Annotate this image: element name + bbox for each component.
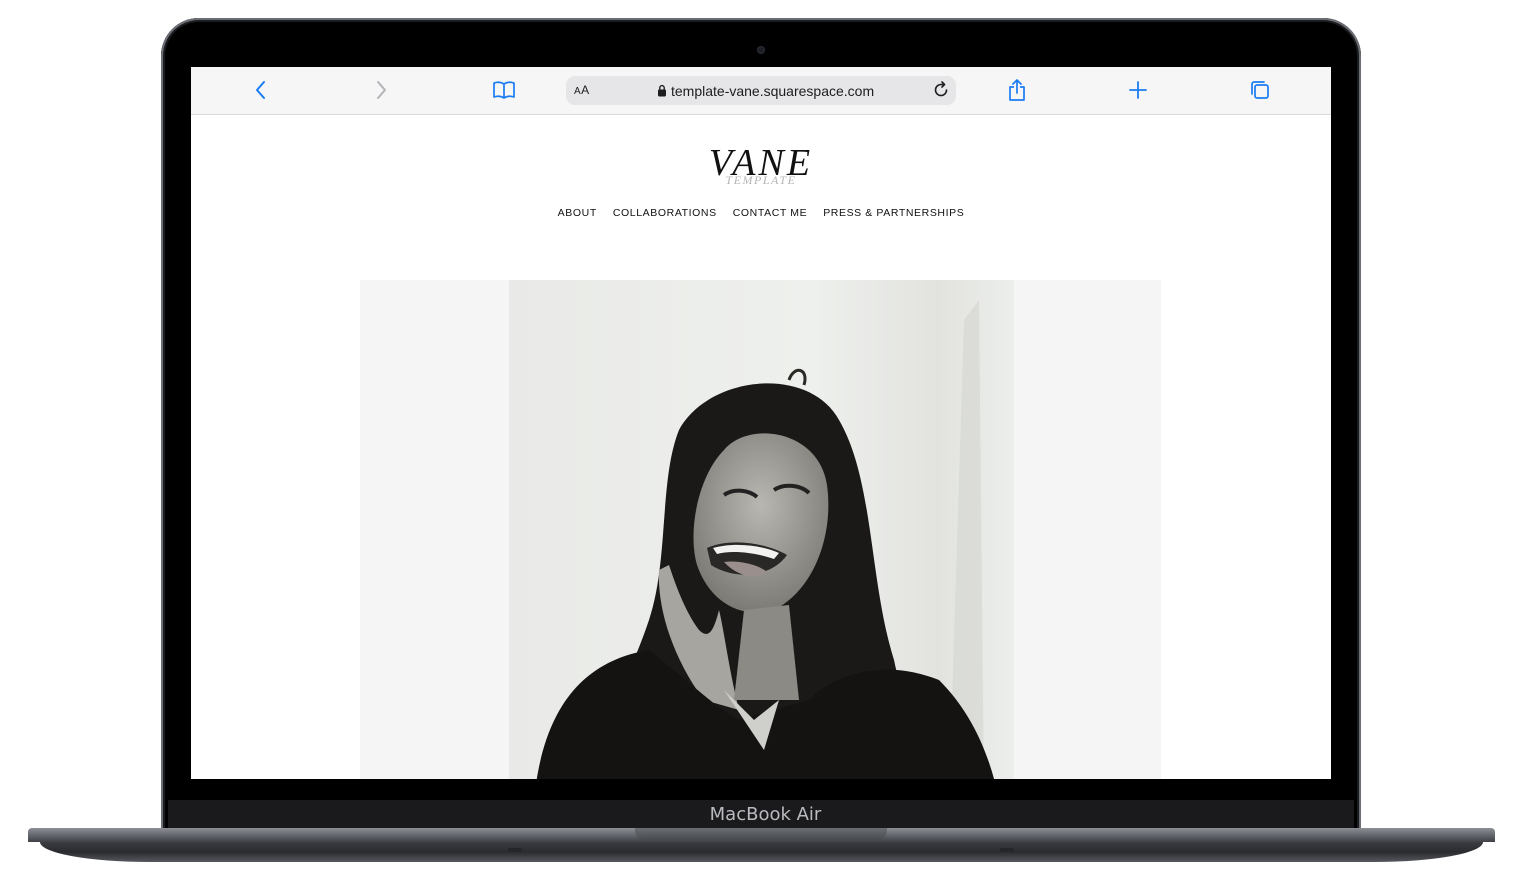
share-icon [1009, 79, 1025, 101]
nav-item-about[interactable]: ABOUT [558, 207, 597, 219]
forward-button[interactable] [366, 75, 396, 105]
tabs-overview-button[interactable] [1245, 75, 1275, 105]
back-button[interactable] [246, 75, 276, 105]
chevron-right-icon [377, 81, 386, 99]
main-nav: ABOUT COLLABORATIONS CONTACT ME PRESS & … [191, 207, 1331, 219]
laptop-hinge-notch [635, 828, 887, 840]
reader-text-size-button[interactable]: AA [574, 83, 590, 97]
new-tab-button[interactable] [1123, 75, 1153, 105]
reload-button[interactable] [932, 81, 950, 104]
nav-item-collaborations[interactable]: COLLABORATIONS [613, 207, 717, 219]
plus-icon [1129, 81, 1147, 99]
tabs-icon [1251, 81, 1269, 99]
screen: AA template-vane.squarespace.com VANE TE… [191, 67, 1331, 779]
laptop-foot [1000, 848, 1014, 852]
laptop-base-bottom [40, 842, 1483, 862]
hero-photo [509, 280, 1014, 779]
lock-icon [658, 84, 666, 97]
chevron-left-icon [256, 81, 265, 99]
nav-item-contact-me[interactable]: CONTACT ME [733, 207, 807, 219]
reload-icon [934, 81, 948, 97]
share-button[interactable] [1002, 75, 1032, 105]
bookmarks-button[interactable] [489, 75, 519, 105]
book-icon [493, 81, 515, 99]
laptop-foot [508, 848, 522, 852]
camera-icon [757, 46, 765, 54]
logo-subtext: TEMPLATE [725, 173, 797, 187]
device-model-label: MacBook Air [709, 804, 822, 825]
browser-toolbar: AA template-vane.squarespace.com [191, 67, 1331, 115]
nav-item-press-partnerships[interactable]: PRESS & PARTNERSHIPS [823, 207, 964, 219]
url-text: template-vane.squarespace.com [671, 83, 875, 99]
address-bar[interactable]: AA template-vane.squarespace.com [566, 76, 956, 105]
